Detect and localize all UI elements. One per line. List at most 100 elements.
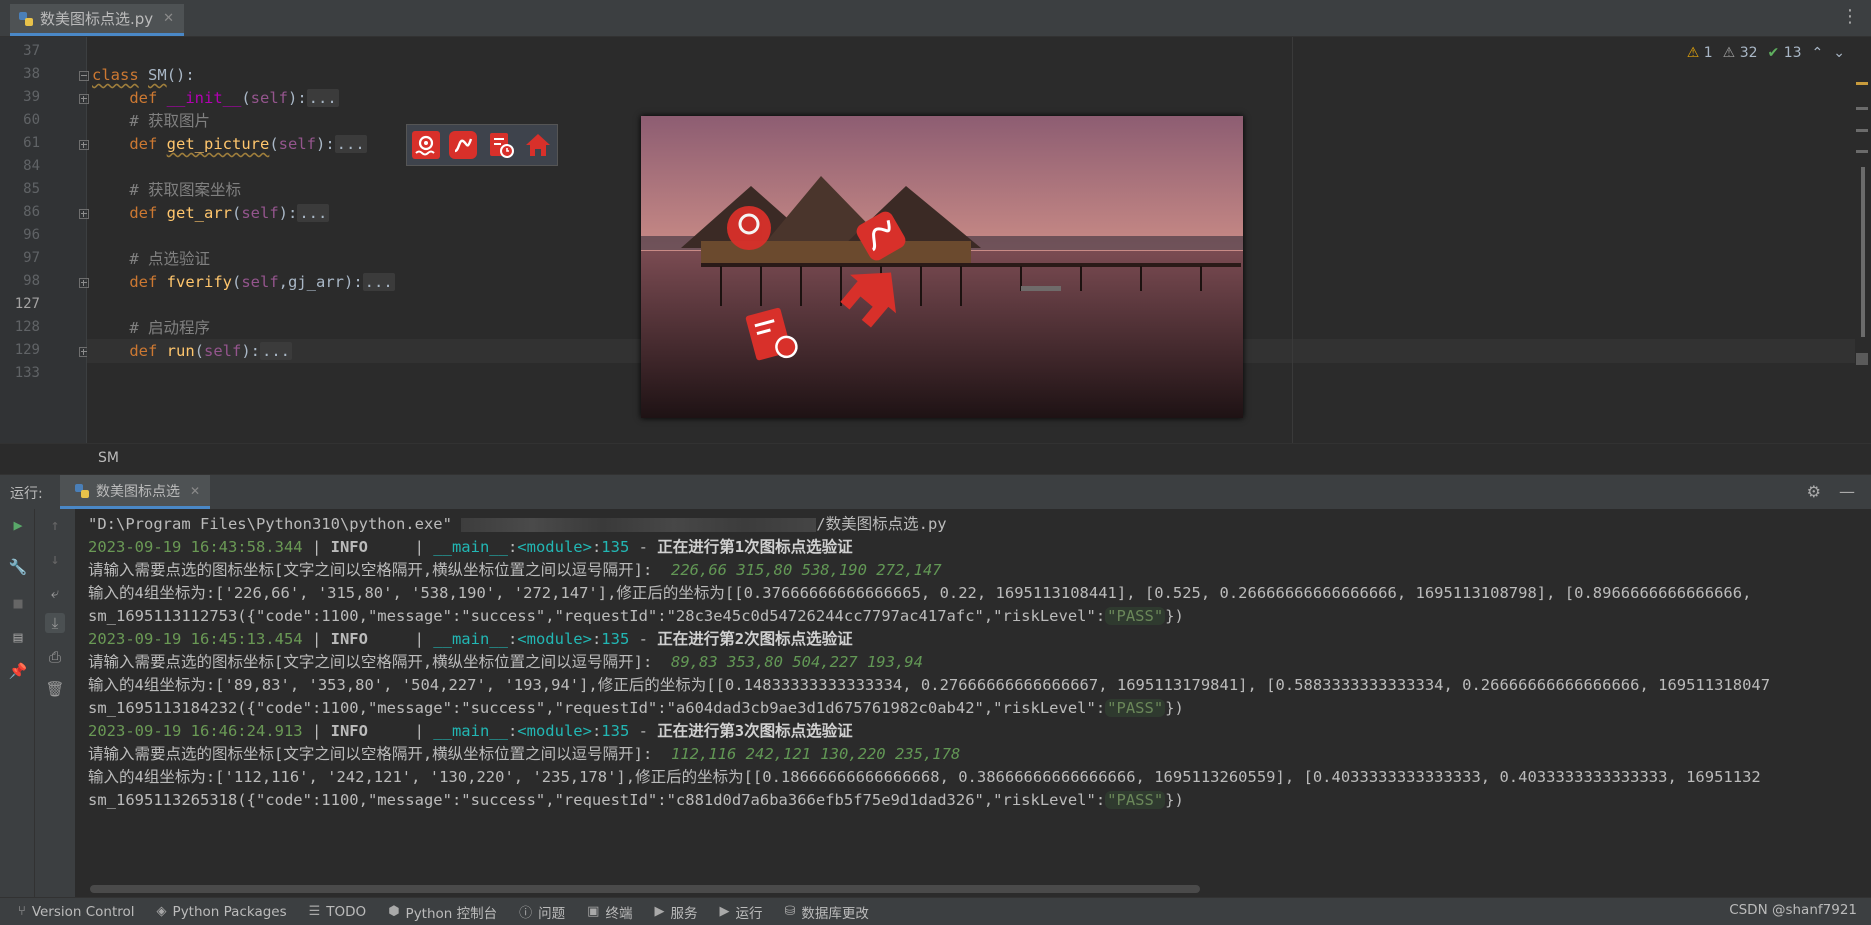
scroll-thumb[interactable] (1861, 167, 1865, 337)
line-number: 97 (23, 250, 40, 266)
editor-scrollbar[interactable] (1855, 37, 1871, 443)
weak-warning-marker[interactable] (1856, 129, 1868, 132)
console-horizontal-scrollbar[interactable] (90, 885, 1200, 893)
weak-warning-marker[interactable] (1856, 107, 1868, 110)
statusbar-item-todo[interactable]: ☰ TODO (309, 902, 367, 922)
editor-tab-bar: 数美图标点选.py ✕ ⋮ (0, 0, 1871, 37)
inspection-widget[interactable]: ⚠ 1 ⚠ 32 ✔ 13 ⌃ ⌄ (1687, 45, 1845, 61)
line-number: 96 (23, 227, 40, 243)
close-tab-icon[interactable]: ✕ (163, 11, 174, 26)
fold-toggle-icon[interactable] (79, 209, 89, 219)
line-number: 61 (23, 135, 40, 151)
warning-marker[interactable] (1856, 82, 1868, 85)
gear-icon[interactable]: ⚙ (1807, 482, 1821, 501)
scroll-to-end-icon[interactable]: ⤓ (45, 613, 65, 633)
statusbar-item-python-packages[interactable]: ◈ Python Packages (157, 902, 287, 922)
version-control-icon: ⑂ (18, 904, 26, 919)
right-margin-guide (1292, 37, 1293, 443)
code-line[interactable]: def get_picture(self):... (92, 134, 367, 154)
statusbar-item-run[interactable]: ▶ 运行 (719, 902, 762, 922)
next-highlight-icon[interactable]: ⌄ (1833, 45, 1845, 61)
console-line: 输入的4组坐标为:['226,66', '315,80', '538,190',… (88, 584, 1752, 602)
more-vertical-icon[interactable]: ⋮ (1841, 6, 1859, 27)
run-config-tab[interactable]: 数美图标点选 ✕ (60, 475, 211, 509)
home-icon (526, 134, 551, 156)
scroll-up-icon[interactable]: ↑ (45, 515, 65, 535)
line-number: 37 (23, 43, 40, 59)
captcha-target-gear (727, 206, 771, 250)
print-icon[interactable]: ⎙ (45, 647, 65, 667)
stop-icon[interactable]: ■ (8, 593, 28, 613)
breadcrumb: SM (0, 443, 1871, 474)
close-run-tab-icon[interactable]: ✕ (190, 484, 200, 498)
fold-toggle-icon[interactable] (79, 140, 89, 150)
breadcrumb-item-class[interactable]: SM (98, 450, 119, 466)
minimize-icon[interactable]: — (1839, 482, 1855, 501)
statusbar-item-label: 问题 (538, 905, 566, 922)
code-line[interactable]: # 点选验证 (92, 249, 210, 269)
trash-icon[interactable]: 🗑 (45, 679, 65, 699)
document-clock-icon (489, 133, 514, 158)
statusbar-item-problems[interactable]: ⓘ 问题 (519, 902, 565, 922)
console-vertical-scrollbar[interactable] (1858, 509, 1871, 897)
file-tab-label: 数美图标点选.py (40, 10, 154, 28)
code-line[interactable]: # 获取图片 (92, 111, 210, 131)
line-number: 98 (23, 273, 40, 289)
run-label: 运行: (10, 486, 43, 502)
lake-house-scene (641, 116, 1243, 418)
code-editor[interactable]: 37 38 39 60 61 84 85 86 96 97 98 127 128 129 133 class… (0, 37, 1871, 443)
run-toolbar-secondary: ↑ ↓ ⤶ ⤓ ⎙ 🗑 (35, 509, 76, 897)
code-line[interactable]: # 获取图案坐标 (92, 180, 241, 200)
statusbar-item-label: 运行 (735, 905, 763, 922)
layout-icon[interactable]: ▤ (8, 627, 28, 647)
python-file-icon (75, 483, 89, 498)
code-line[interactable]: def fverify(self,gj_arr):... (92, 272, 395, 292)
services-icon: ▶ (654, 904, 665, 919)
typo-check-icon: ✔ (1767, 45, 1780, 61)
statusbar-item-label: 服务 (670, 905, 698, 922)
statusbar-item-terminal[interactable]: ▣ 终端 (587, 902, 632, 922)
code-line[interactable]: def get_arr(self):... (92, 203, 330, 223)
captcha-image[interactable] (641, 116, 1243, 418)
code-line[interactable]: # 启动程序 (92, 318, 210, 338)
statusbar-item-python-console[interactable]: ⬢ Python 控制台 (388, 902, 497, 922)
statusbar-item-label: 终端 (605, 905, 633, 922)
run-console[interactable]: "D:\Program Files\Python310\python.exe" … (76, 509, 1858, 897)
console-line: sm_1695113184232({"code":1100,"message":… (88, 699, 1184, 717)
code-line[interactable]: def __init__(self):... (92, 88, 339, 108)
rerun-icon[interactable]: ▶ (8, 515, 28, 535)
pin-icon[interactable]: 📌 (8, 661, 28, 681)
statusbar-item-version-control[interactable]: ⑂ Version Control (18, 902, 135, 922)
caret-marker (1856, 353, 1868, 365)
fold-toggle-icon[interactable] (79, 71, 89, 81)
weak-warning-marker[interactable] (1856, 150, 1868, 153)
prev-highlight-icon[interactable]: ⌃ (1812, 45, 1824, 61)
terminal-icon: ▣ (587, 904, 600, 919)
file-tab[interactable]: 数美图标点选.py ✕ (10, 4, 185, 36)
statusbar-item-database-changes[interactable]: ⛁ 数据库更改 (784, 902, 868, 922)
warning-icon: ⚠ (1686, 45, 1700, 61)
line-gutter: 37 38 39 60 61 84 85 86 96 97 98 127 128 129 133 (0, 37, 89, 443)
code-line[interactable]: def run(self):... (92, 341, 293, 361)
run-icon: ▶ (719, 904, 730, 919)
wrench-icon[interactable]: 🔧 (8, 557, 28, 577)
console-line: sm_1695113265318({"code":1100,"message":… (88, 791, 1184, 809)
statusbar-item-services[interactable]: ▶ 服务 (654, 902, 697, 922)
warning-count[interactable]: ⚠ 1 (1687, 45, 1713, 61)
line-number: 128 (14, 319, 40, 335)
soft-wrap-icon[interactable]: ⤶ (45, 583, 65, 603)
console-line: 请输入需要点选的图标坐标[文字之间以空格隔开,横纵坐标位置之间以逗号隔开]: 2… (88, 561, 942, 579)
watermark: CSDN @shanf7921 (1729, 902, 1857, 918)
console-line: 输入的4组坐标为:['89,83', '353,80', '504,227', … (88, 676, 1771, 694)
weak-warning-count[interactable]: ⚠ 32 (1723, 45, 1758, 61)
problems-icon: ⓘ (519, 906, 533, 921)
code-line[interactable]: class SM(): (92, 65, 195, 85)
python-console-icon: ⬢ (388, 904, 400, 919)
fold-toggle-icon[interactable] (79, 94, 89, 104)
line-number: 127 (14, 296, 40, 312)
scroll-down-icon[interactable]: ↓ (45, 549, 65, 569)
statusbar-item-label: Python 控制台 (405, 905, 498, 922)
console-line: "D:\Program Files\Python310\python.exe" … (88, 515, 947, 533)
fold-toggle-icon[interactable] (79, 278, 89, 288)
typo-count[interactable]: ✔ 13 (1768, 45, 1802, 61)
